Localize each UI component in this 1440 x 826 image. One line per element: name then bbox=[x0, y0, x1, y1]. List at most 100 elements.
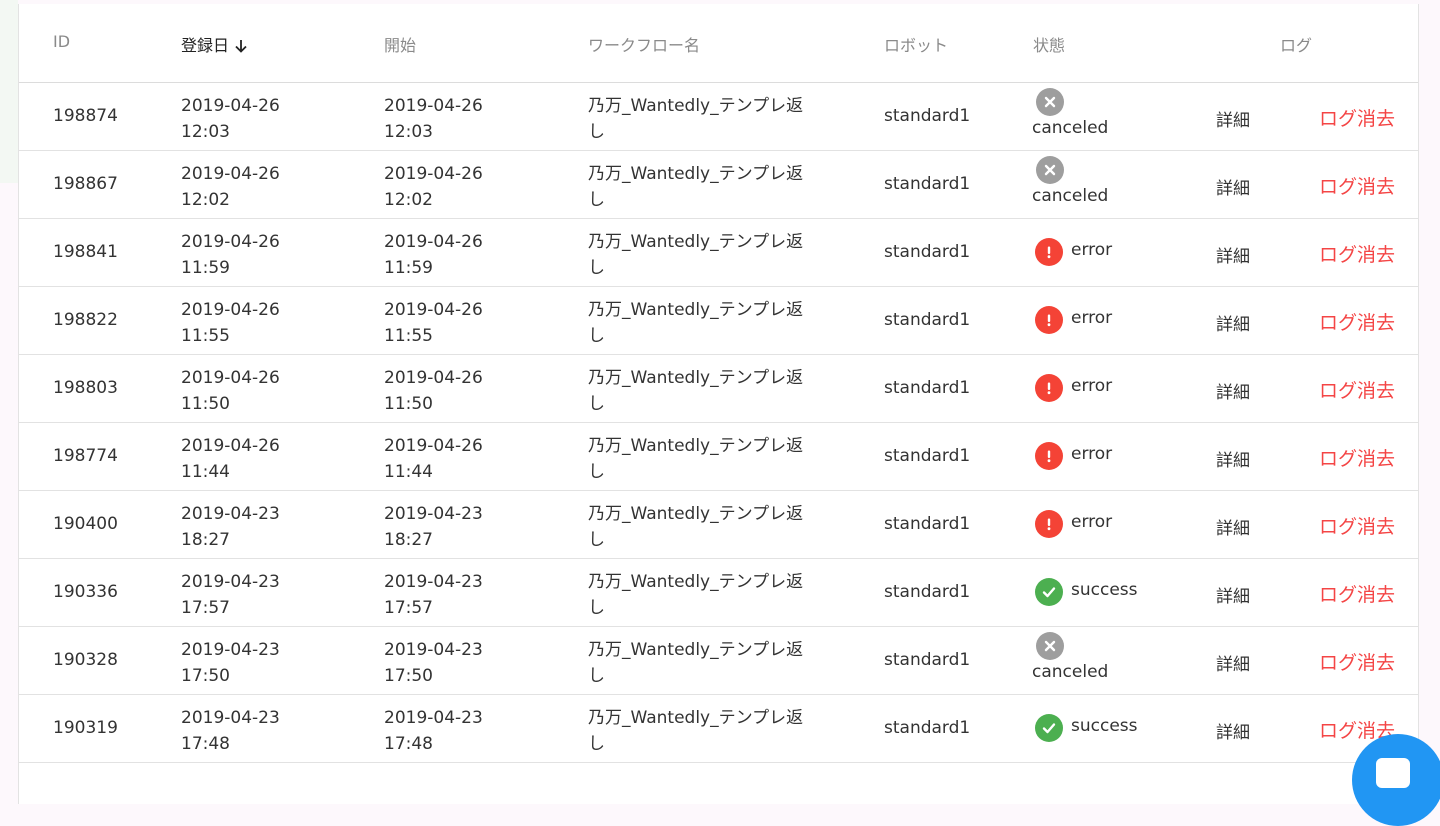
delete-log-link[interactable]: ログ消去 bbox=[1319, 580, 1395, 607]
chat-button[interactable] bbox=[1352, 734, 1440, 826]
detail-link[interactable]: 詳細 bbox=[1216, 650, 1250, 675]
header-status[interactable]: 状態 bbox=[1033, 32, 1065, 56]
close-circle-icon bbox=[1036, 88, 1064, 116]
detail-link[interactable]: 詳細 bbox=[1216, 378, 1250, 403]
detail-link[interactable]: 詳細 bbox=[1216, 174, 1250, 199]
cell-start: 2019-04-23 17:48 bbox=[384, 705, 483, 757]
cell-id: 198874 bbox=[53, 106, 118, 126]
cell-robot: standard1 bbox=[884, 514, 971, 534]
cell-registered: 2019-04-26 11:59 bbox=[181, 229, 280, 281]
registered-time: 11:44 bbox=[181, 462, 230, 482]
workflow-name-line1: 乃万_Wantedly_テンプレ返 bbox=[588, 572, 804, 592]
detail-link[interactable]: 詳細 bbox=[1216, 106, 1250, 131]
table-row: 198774 2019-04-26 11:44 2019-04-26 11:44 乃万_W… bbox=[19, 423, 1418, 491]
status-label: error bbox=[1071, 308, 1113, 328]
delete-log-link[interactable]: ログ消去 bbox=[1319, 240, 1395, 267]
registered-date: 2019-04-26 bbox=[181, 300, 280, 320]
alert-circle-icon bbox=[1035, 306, 1063, 334]
check-circle-icon bbox=[1035, 578, 1063, 606]
workflow-log-table: ID 登録日 開始 ワークフロー名 ロボット 状態 ログ 198874 2019-… bbox=[18, 4, 1419, 804]
cell-id: 198867 bbox=[53, 174, 118, 194]
detail-link[interactable]: 詳細 bbox=[1216, 582, 1250, 607]
cell-robot: standard1 bbox=[884, 446, 971, 466]
cell-id: 190319 bbox=[53, 718, 118, 738]
registered-time: 11:50 bbox=[181, 394, 230, 414]
alert-circle-icon bbox=[1035, 238, 1063, 266]
cell-robot: standard1 bbox=[884, 242, 971, 262]
delete-log-link[interactable]: ログ消去 bbox=[1319, 512, 1395, 539]
start-time: 12:02 bbox=[384, 190, 433, 210]
background-panel bbox=[0, 0, 18, 183]
status-cell: canceled bbox=[1032, 88, 1122, 138]
cell-workflow: 乃万_Wantedly_テンプレ返し bbox=[588, 297, 803, 349]
cell-id: 190336 bbox=[53, 582, 118, 602]
start-date: 2019-04-26 bbox=[384, 232, 483, 252]
start-time: 11:50 bbox=[384, 394, 433, 414]
detail-link[interactable]: 詳細 bbox=[1216, 446, 1250, 471]
registered-date: 2019-04-23 bbox=[181, 504, 280, 524]
header-workflow[interactable]: ワークフロー名 bbox=[588, 32, 700, 56]
delete-log-link[interactable]: ログ消去 bbox=[1319, 376, 1395, 403]
detail-link[interactable]: 詳細 bbox=[1216, 310, 1250, 335]
cell-start: 2019-04-26 11:55 bbox=[384, 297, 483, 349]
start-date: 2019-04-26 bbox=[384, 96, 483, 116]
status-cell: error bbox=[1035, 238, 1112, 266]
start-time: 12:03 bbox=[384, 122, 433, 142]
workflow-name-line2: し bbox=[588, 190, 605, 210]
cell-workflow: 乃万_Wantedly_テンプレ返し bbox=[588, 365, 803, 417]
header-start[interactable]: 開始 bbox=[384, 32, 416, 56]
table-row: 198867 2019-04-26 12:02 2019-04-26 12:02 乃万_W… bbox=[19, 151, 1418, 219]
status-label: canceled bbox=[1032, 662, 1109, 682]
cell-registered: 2019-04-23 17:57 bbox=[181, 569, 280, 621]
cell-robot: standard1 bbox=[884, 650, 971, 670]
cell-start: 2019-04-26 11:50 bbox=[384, 365, 483, 417]
workflow-name-line2: し bbox=[588, 462, 605, 482]
cell-id: 198841 bbox=[53, 242, 118, 262]
start-date: 2019-04-23 bbox=[384, 640, 483, 660]
detail-link[interactable]: 詳細 bbox=[1216, 718, 1250, 743]
start-date: 2019-04-26 bbox=[384, 300, 483, 320]
header-robot[interactable]: ロボット bbox=[884, 32, 948, 56]
cell-id: 198803 bbox=[53, 378, 118, 398]
status-cell: error bbox=[1035, 442, 1112, 470]
status-label: error bbox=[1071, 376, 1113, 396]
table-row: 190319 2019-04-23 17:48 2019-04-23 17:48 乃万_W… bbox=[19, 695, 1418, 763]
status-cell: success bbox=[1035, 578, 1138, 606]
status-label: error bbox=[1071, 444, 1113, 464]
cell-robot: standard1 bbox=[884, 174, 971, 194]
registered-date: 2019-04-23 bbox=[181, 572, 280, 592]
cell-workflow: 乃万_Wantedly_テンプレ返し bbox=[588, 93, 803, 145]
cell-id: 190328 bbox=[53, 650, 118, 670]
start-date: 2019-04-23 bbox=[384, 708, 483, 728]
delete-log-link[interactable]: ログ消去 bbox=[1319, 104, 1395, 131]
cell-registered: 2019-04-26 12:03 bbox=[181, 93, 280, 145]
workflow-name-line1: 乃万_Wantedly_テンプレ返 bbox=[588, 232, 804, 252]
cell-id: 198774 bbox=[53, 446, 118, 466]
registered-time: 17:50 bbox=[181, 666, 230, 686]
registered-time: 17:57 bbox=[181, 598, 230, 618]
workflow-name-line2: し bbox=[588, 122, 605, 142]
detail-link[interactable]: 詳細 bbox=[1216, 514, 1250, 539]
cell-registered: 2019-04-26 11:44 bbox=[181, 433, 280, 485]
delete-log-link[interactable]: ログ消去 bbox=[1319, 444, 1395, 471]
delete-log-link[interactable]: ログ消去 bbox=[1319, 648, 1395, 675]
delete-log-link[interactable]: ログ消去 bbox=[1319, 308, 1395, 335]
workflow-name-line2: し bbox=[588, 326, 605, 346]
chat-icon bbox=[1376, 758, 1410, 788]
header-registered[interactable]: 登録日 bbox=[181, 32, 249, 58]
detail-link[interactable]: 詳細 bbox=[1216, 242, 1250, 267]
cell-workflow: 乃万_Wantedly_テンプレ返し bbox=[588, 501, 803, 553]
table-row: 190336 2019-04-23 17:57 2019-04-23 17:57 乃万_W… bbox=[19, 559, 1418, 627]
delete-log-link[interactable]: ログ消去 bbox=[1319, 172, 1395, 199]
cell-id: 190400 bbox=[53, 514, 118, 534]
header-id[interactable]: ID bbox=[53, 32, 70, 51]
table-body: 198874 2019-04-26 12:03 2019-04-26 12:03 乃万_W… bbox=[19, 83, 1418, 763]
cell-start: 2019-04-26 12:03 bbox=[384, 93, 483, 145]
alert-circle-icon bbox=[1035, 374, 1063, 402]
status-cell: canceled bbox=[1032, 632, 1122, 682]
cell-start: 2019-04-26 11:59 bbox=[384, 229, 483, 281]
alert-circle-icon bbox=[1035, 442, 1063, 470]
workflow-name-line1: 乃万_Wantedly_テンプレ返 bbox=[588, 96, 804, 116]
registered-date: 2019-04-26 bbox=[181, 164, 280, 184]
cell-registered: 2019-04-23 17:50 bbox=[181, 637, 280, 689]
